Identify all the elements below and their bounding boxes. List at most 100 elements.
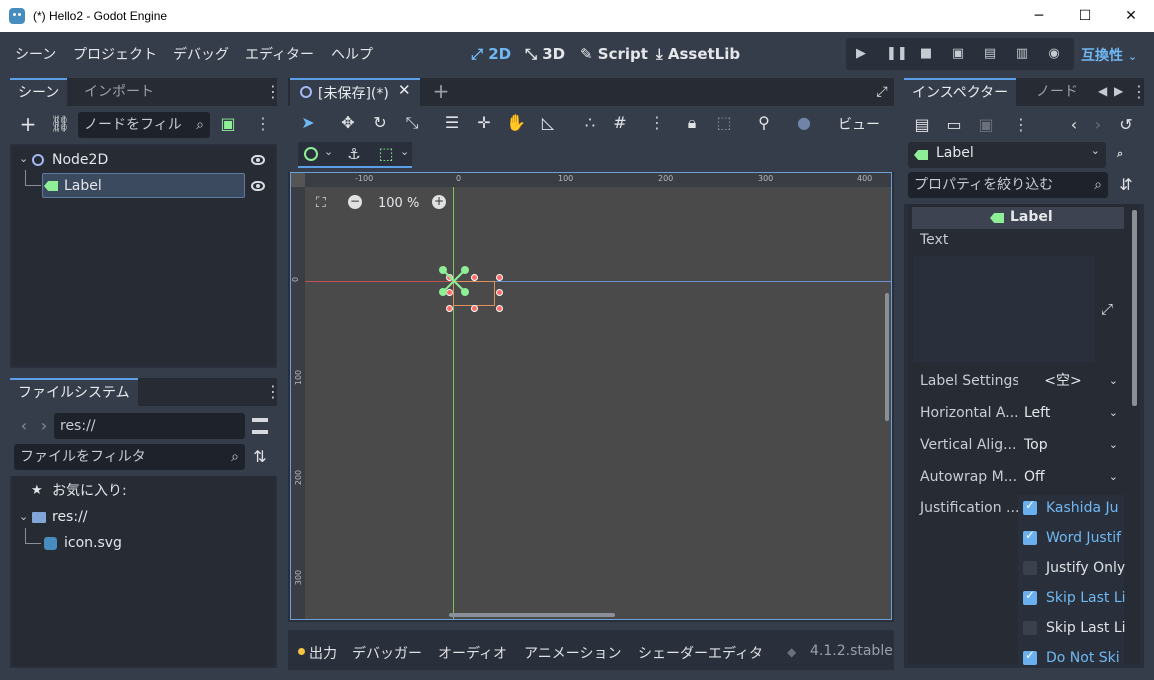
tab-import[interactable]: インポート <box>76 78 162 106</box>
tab-debugger[interactable]: デバッガー <box>352 643 422 663</box>
smart-snap-icon[interactable]: ∴ <box>580 113 600 133</box>
menu-scene[interactable]: シーン <box>15 44 56 64</box>
fullscreen-icon[interactable] <box>872 82 892 102</box>
stop-icon[interactable]: ■ <box>918 46 934 62</box>
property-sort-icon[interactable]: ⇵ <box>1116 175 1136 195</box>
add-node-icon[interactable]: + <box>18 114 38 134</box>
close-tab-icon[interactable]: ✕ <box>398 81 411 99</box>
canvas-viewport[interactable]: -100 0 100 200 300 400 0 100 200 300 ⛶ −… <box>290 172 892 620</box>
play-scene-icon[interactable]: ▤ <box>982 46 998 62</box>
list-select-icon[interactable]: ☰ <box>442 113 462 133</box>
filesystem-filter-input[interactable]: ファイルをフィルタ ⌕ <box>14 444 245 470</box>
forward-arrow-icon[interactable]: › <box>34 416 54 436</box>
flag-checkbox[interactable] <box>1023 588 1037 605</box>
mode-2d-button[interactable]: ⤢ 2D <box>471 45 511 63</box>
scene-tree-menu-icon[interactable] <box>255 114 271 133</box>
flag-kashida-justification[interactable]: Kashida Ju <box>1046 500 1119 516</box>
add-node-circle-icon[interactable] <box>304 147 318 161</box>
center-view-icon[interactable]: ⛶ <box>316 195 326 211</box>
property-filter-input[interactable]: プロパティを絞り込む ⌕ <box>908 172 1108 198</box>
bone-icon[interactable]: ⚲ <box>754 113 774 133</box>
link-icon[interactable]: ⛓ <box>50 114 70 134</box>
camera-override-icon[interactable]: ● <box>794 113 814 133</box>
tab-output[interactable]: 出力 <box>309 643 337 663</box>
resize-handle[interactable] <box>446 305 453 312</box>
tab-node[interactable]: ノード <box>1028 78 1086 106</box>
minimize-button[interactable]: ─ <box>1016 0 1062 32</box>
grid-snap-icon[interactable]: # <box>610 113 630 133</box>
movie-maker-icon[interactable]: ◉ <box>1046 46 1062 62</box>
play-icon[interactable]: ▶ <box>853 46 869 62</box>
flag-checkbox[interactable] <box>1023 498 1037 515</box>
pivot-icon[interactable]: ✛ <box>474 113 494 133</box>
flag-skip-last-line-visible[interactable]: Skip Last Li <box>1046 620 1126 636</box>
flag-checkbox[interactable] <box>1023 528 1037 545</box>
text-edit-field[interactable] <box>913 256 1095 362</box>
play-custom-scene-icon[interactable]: ▥ <box>1014 46 1030 62</box>
horizontal-scrollbar[interactable] <box>449 613 615 617</box>
close-button[interactable]: ✕ <box>1108 0 1154 32</box>
select-mode-icon[interactable]: ➤ <box>298 113 318 133</box>
visibility-eye-icon[interactable] <box>251 155 265 165</box>
inspector-dock-menu-icon[interactable] <box>1131 82 1147 101</box>
add-tab-icon[interactable]: + <box>431 81 451 101</box>
file-item-favorites[interactable]: お気に入り: <box>52 479 127 503</box>
anchor-icon[interactable]: ⚓ <box>344 144 364 164</box>
inspector-menu-icon[interactable] <box>1013 115 1029 134</box>
tab-shader-editor[interactable]: シェーダーエディタ <box>638 643 763 663</box>
flag-skip-last-line[interactable]: Skip Last Li <box>1046 590 1126 606</box>
tab-inspector[interactable]: インスペクター <box>904 78 1017 106</box>
tab-audio[interactable]: オーディオ <box>438 643 507 663</box>
vertical-scrollbar[interactable] <box>885 293 889 421</box>
scale-mode-icon[interactable]: ⤡ <box>402 113 422 133</box>
pause-icon[interactable]: ❚❚ <box>886 46 908 62</box>
expand-editor-icon[interactable]: ⤢ <box>1101 300 1113 318</box>
resize-handle[interactable] <box>471 305 478 312</box>
history-forward-icon[interactable]: › <box>1088 115 1108 135</box>
zoom-in-icon[interactable]: + <box>432 195 446 209</box>
resize-handle[interactable] <box>496 289 503 296</box>
flag-checkbox[interactable] <box>1023 648 1037 665</box>
snap-options-icon[interactable] <box>649 113 665 132</box>
anchor-gizmo-icon[interactable] <box>436 263 472 299</box>
resize-handle[interactable] <box>496 305 503 312</box>
file-item-res-root[interactable]: res:// <box>52 505 88 529</box>
menu-debug[interactable]: デバッグ <box>173 44 229 64</box>
remote-debug-icon[interactable]: ▣ <box>950 46 966 62</box>
group-icon[interactable]: ⬚ <box>714 113 734 133</box>
tab-scene[interactable]: シーン <box>10 78 68 106</box>
rotate-mode-icon[interactable]: ↻ <box>370 113 390 133</box>
tree-item-label[interactable]: Label <box>64 174 102 198</box>
ruler-icon[interactable]: ◺ <box>538 113 558 133</box>
menu-editor[interactable]: エディター <box>245 44 314 64</box>
history-back-icon[interactable]: ‹ <box>1064 115 1084 135</box>
flag-checkbox[interactable] <box>1023 561 1037 575</box>
open-folder-icon[interactable]: ▭ <box>944 115 964 135</box>
file-item-icon-svg[interactable]: icon.svg <box>64 531 122 555</box>
zoom-out-icon[interactable]: − <box>348 195 362 209</box>
tab-filesystem[interactable]: ファイルシステム <box>10 378 138 406</box>
back-arrow-icon[interactable]: ‹ <box>14 416 34 436</box>
mode-script-button[interactable]: ✎ Script <box>580 45 648 63</box>
tab-animation[interactable]: アニメーション <box>524 643 621 663</box>
flag-do-not-skip-single-line[interactable]: Do Not Ski <box>1046 650 1120 666</box>
tab-unsaved-scene[interactable]: [未保存](*) ✕ <box>290 78 420 106</box>
lock-icon[interactable]: 🔒︎ <box>682 113 702 133</box>
scene-dock-menu-icon[interactable] <box>265 82 281 101</box>
sort-icon[interactable]: ⇅ <box>250 447 270 467</box>
save-icon[interactable]: ▣ <box>976 115 996 135</box>
zoom-level[interactable]: 100 % <box>378 196 419 211</box>
horizontal-alignment-select[interactable]: Left ⌄ <box>1018 400 1124 426</box>
mode-assetlib-button[interactable]: ⤓ AssetLib <box>656 45 740 63</box>
renderer-select[interactable]: 互換性 ⌄ <box>1081 45 1137 65</box>
chevron-down-icon[interactable]: ⌄ <box>324 145 333 158</box>
maximize-button[interactable]: ☐ <box>1062 0 1108 32</box>
autowrap-mode-select[interactable]: Off ⌄ <box>1018 464 1124 490</box>
label-settings-select[interactable]: <空> ⌄ <box>1018 368 1124 394</box>
doc-search-icon[interactable]: ⌕ <box>1117 147 1123 161</box>
object-history-icon[interactable]: ↺ <box>1116 115 1136 135</box>
flag-justify-only-after-last-tab[interactable]: Justify Only <box>1046 560 1125 576</box>
split-view-icon[interactable] <box>252 418 268 434</box>
menu-help[interactable]: ヘルプ <box>331 44 373 64</box>
vertical-alignment-select[interactable]: Top ⌄ <box>1018 432 1124 458</box>
